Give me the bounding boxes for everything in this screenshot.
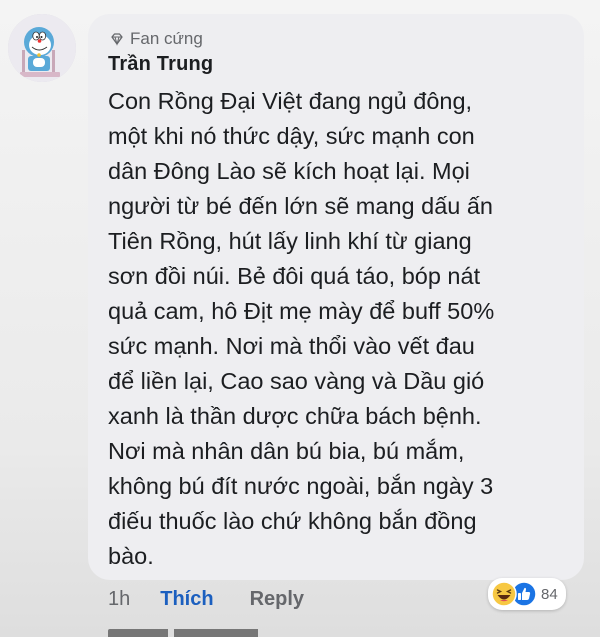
comment-line: không bú đít nước ngoài, bắn ngày 3 <box>108 473 494 499</box>
comment-line: Con Rồng Đại Việt đang ngủ đông, <box>108 88 473 114</box>
diamond-icon <box>111 33 123 46</box>
timestamp[interactable]: 1h <box>108 588 130 611</box>
comment-line: người từ bé đến lớn sẽ mang dấu ấn <box>108 193 493 219</box>
comment-line: dân Đông Lào sẽ kích hoạt lại. Mọi <box>108 158 470 184</box>
comment-line: sức mạnh. Nơi mà thổi vào vết đau <box>108 333 475 359</box>
comment-bubble: Fan cứng Trần Trung Con Rồng Đại Việt đa… <box>88 14 584 580</box>
top-fan-badge: Fan cứng <box>108 28 566 50</box>
doraemon-avatar-icon <box>8 14 76 82</box>
reply-button[interactable]: Reply <box>250 588 304 611</box>
author-name[interactable]: Trần Trung <box>108 53 566 76</box>
comment-line: xanh là thần dược chữa bách bệnh. <box>108 403 482 429</box>
comment-line: điếu thuốc lào chứ không bắn đồng <box>108 508 477 534</box>
comment-text: Con Rồng Đại Việt đang ngủ đông, một khi… <box>108 84 568 574</box>
comment-line: Tiên Rồng, hút lấy linh khí từ giang <box>108 228 472 254</box>
comment-line: để liền lại, Cao sao vàng và Dầu gió <box>108 368 485 394</box>
haha-icon <box>491 581 517 607</box>
comment-line: sơn đồi núi. Bẻ đôi quá táo, bóp nát <box>108 263 481 289</box>
reaction-count: 84 <box>541 585 558 603</box>
reaction-summary[interactable]: 84 <box>488 578 566 610</box>
badge-label: Fan cứng <box>130 29 203 48</box>
like-button[interactable]: Thích <box>160 588 213 611</box>
comment-actions: 1h Thích Reply <box>108 588 304 611</box>
next-comment-peek <box>108 629 298 637</box>
avatar[interactable] <box>8 14 76 82</box>
comment-line: một khi nó thức dậy, sức mạnh con <box>108 123 475 149</box>
comment-line: bào. <box>108 543 154 569</box>
comment-line: Nơi mà nhân dân bú bia, bú mắm, <box>108 438 465 464</box>
comment-line: quả cam, hô Địt mẹ mày để buff 50% <box>108 298 495 324</box>
